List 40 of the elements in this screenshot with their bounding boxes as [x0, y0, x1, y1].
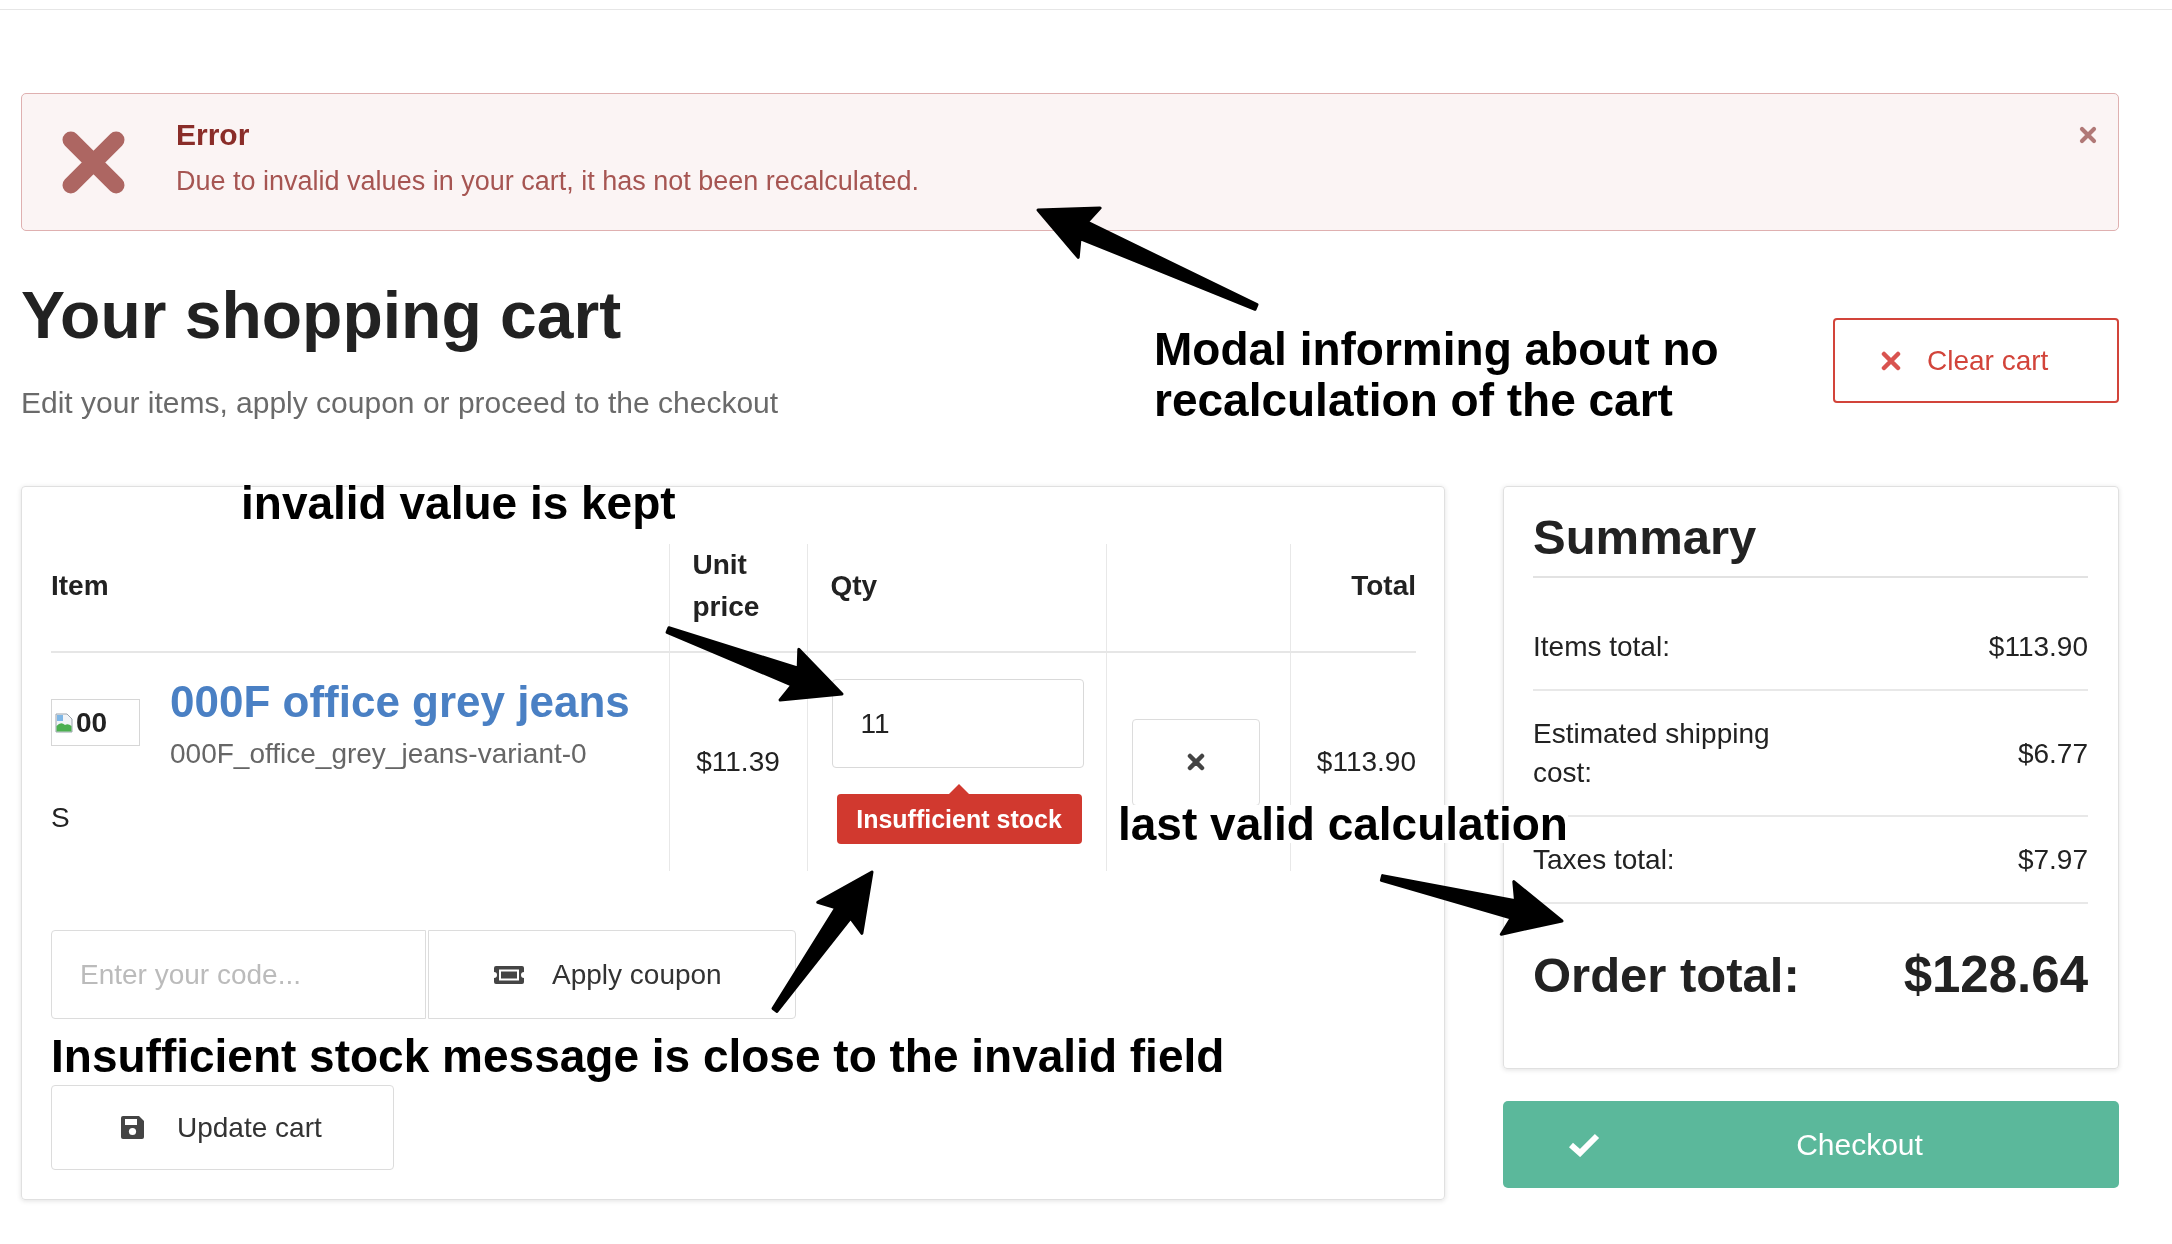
annotation-text: Modal informing about no recalculation of the cart	[1154, 324, 1720, 426]
annotation-text: Insufficient stock message is close to the invalid field	[51, 1031, 1225, 1082]
summary-label: Taxes total:	[1533, 843, 1675, 877]
broken-image-icon	[54, 712, 74, 733]
page-title: Your shopping cart	[21, 277, 623, 354]
summary-value: $113.90	[1988, 630, 2088, 664]
line-total: $113.90	[1316, 746, 1416, 777]
cross-icon	[62, 131, 125, 194]
summary-value: $6.77	[2017, 736, 2088, 771]
column-header: Unit price	[692, 549, 760, 622]
unit-price: $11.39	[696, 746, 780, 777]
x-icon	[1186, 753, 1205, 771]
coupon-field[interactable]: Enter your code...	[51, 930, 426, 1019]
order-total-label: Order total:	[1533, 947, 1800, 1004]
summary-value: $7.97	[2017, 843, 2088, 877]
summary-title: Summary	[1533, 508, 2088, 578]
column-header: Total	[1351, 570, 1416, 601]
clear-cart-button[interactable]: Clear cart	[1833, 318, 2119, 403]
check-icon	[1568, 1132, 1600, 1157]
order-total-value: $128.64	[1903, 945, 2088, 1005]
annotation-text: invalid value is kept	[241, 478, 676, 529]
summary-label: Estimated shipping cost:	[1533, 717, 1771, 790]
close-icon[interactable]	[2079, 126, 2097, 144]
summary-label: Items total:	[1533, 630, 1670, 664]
alert-title: Error	[176, 117, 251, 153]
alert-message: Due to invalid values in your cart, it has not been recalculated.	[176, 165, 920, 198]
product-name-link[interactable]: 000F office grey jeans	[170, 677, 630, 727]
ticket-icon	[493, 963, 525, 986]
column-header: Item	[51, 570, 109, 601]
annotation-text: last valid calculation	[1118, 805, 1568, 843]
update-cart-button[interactable]: Update cart	[51, 1085, 394, 1170]
variant-text: 000F_office_grey_jeans-variant-0	[170, 737, 588, 771]
apply-coupon-button[interactable]: Apply coupon	[428, 930, 796, 1019]
column-header: Qty	[830, 570, 878, 601]
quantity-field[interactable]: 11	[831, 679, 1084, 768]
x-icon	[1881, 350, 1901, 371]
image-alt-text: 00	[76, 707, 108, 738]
save-icon	[120, 1115, 145, 1140]
size-text: S	[51, 801, 71, 835]
page-subtitle: Edit your items, apply coupon or proceed to the checkout	[21, 385, 779, 421]
